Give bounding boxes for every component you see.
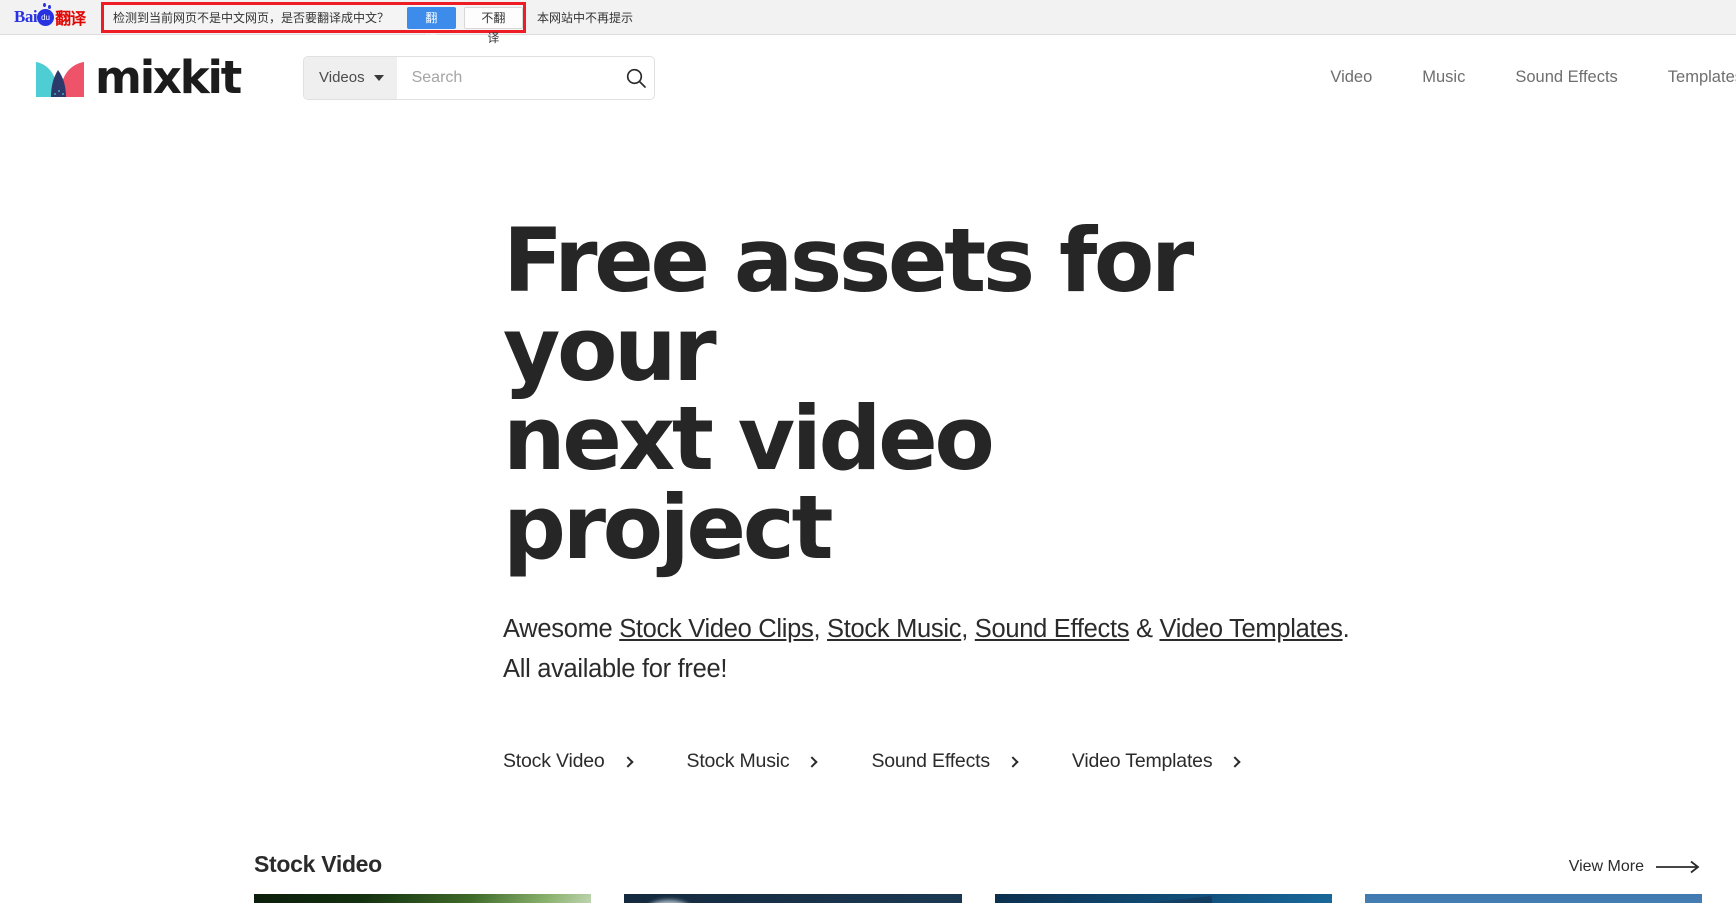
hero-subtitle: Awesome Stock Video Clips, Stock Music, … — [503, 609, 1433, 689]
search-submit-button[interactable] — [619, 57, 654, 99]
baidu-paw-icon: du — [37, 2, 55, 26]
nav-item-music[interactable]: Music — [1422, 68, 1465, 87]
chevron-down-icon — [373, 74, 384, 81]
never-prompt-on-site-link[interactable]: 本网站中不再提示 — [537, 9, 633, 26]
hero-link-stock-video-label: Stock Video — [503, 750, 605, 772]
video-thumbnail-circuit-board[interactable]: blue-lit computer circuit board macro — [994, 894, 1332, 903]
baidu-logo-bai: Bai — [14, 7, 38, 26]
baidu-logo-du: du — [41, 12, 50, 22]
view-more-label: View More — [1568, 858, 1644, 875]
baidu-logo-fanyi: 翻译 — [55, 9, 86, 28]
hero-link-stock-music[interactable]: Stock Music — [686, 750, 819, 773]
main-navigation: Video Music Sound Effects Templates — [1280, 35, 1736, 120]
hero-subtitle-sep-1: , — [813, 615, 828, 643]
chevron-right-icon — [621, 755, 634, 768]
chevron-right-icon — [1229, 755, 1242, 768]
mixkit-logo-icon — [34, 58, 86, 98]
hero-link-sound-effects[interactable]: Sound Effects — [871, 750, 1019, 773]
view-more-link[interactable]: View More — [1569, 858, 1702, 878]
translate-prompt-panel: 检测到当前网页不是中文网页，是否要翻译成中文？ 翻译 不翻译 — [101, 2, 526, 47]
nav-item-templates-label: Templates — [1667, 68, 1736, 86]
search-scope-dropdown[interactable]: Videos — [304, 56, 397, 99]
search-bar: Videos — [303, 55, 656, 100]
hero-subtitle-suffix: . — [1342, 615, 1350, 643]
video-thumbnail-beach-woman[interactable]: smiling woman on beach with dark cliffs … — [1364, 894, 1702, 903]
hero-subtitle-prefix: Awesome — [503, 615, 620, 643]
hero-link-stock-music-label: Stock Music — [686, 750, 790, 772]
baidu-translate-bar: Bai du 翻译 检测到当前网页不是中文网页，是否要翻译成中文？ 翻译 不翻译… — [0, 0, 1736, 47]
hero-subtitle-sep-2: , — [961, 615, 975, 643]
hero-category-links: Stock Video Stock Music Sound Effects Vi… — [503, 750, 1736, 773]
hero-title-line-2: next video project — [503, 387, 995, 579]
search-scope-label: Videos — [319, 69, 365, 86]
mixkit-logo-link[interactable]: mixkit — [34, 51, 242, 104]
search-input[interactable] — [396, 56, 619, 99]
baidu-logo: Bai du 翻译 — [14, 0, 100, 35]
hero-link-video-templates-label: Video Templates — [1071, 750, 1213, 772]
hero-subtitle-line-2: All available for free! — [503, 655, 728, 683]
nav-item-sound-effects[interactable]: Sound Effects — [1515, 68, 1617, 87]
nav-item-video[interactable]: Video — [1330, 68, 1372, 87]
hero-title-line-1: Free assets for your — [503, 209, 1194, 401]
link-sound-effects[interactable]: Sound Effects — [975, 615, 1130, 643]
video-thumbnail-leaves[interactable]: green leaves with water droplets close-u… — [254, 894, 592, 903]
do-not-translate-button[interactable]: 不翻译 — [463, 6, 523, 45]
hero-subtitle-sep-3: & — [1129, 615, 1160, 643]
chevron-right-icon — [1007, 755, 1019, 768]
hero-section: Free assets for your next video project … — [0, 120, 1736, 773]
site-header: mixkit Videos Video Music Sound Effects … — [0, 35, 1736, 120]
stock-video-section: Stock Video View More green leaves with … — [0, 851, 1736, 903]
hero-link-stock-video[interactable]: Stock Video — [503, 750, 634, 773]
search-icon — [627, 68, 647, 88]
hero-link-sound-effects-label: Sound Effects — [871, 750, 990, 772]
link-video-templates[interactable]: Video Templates — [1159, 615, 1342, 643]
section-title: Stock Video — [254, 851, 382, 877]
hero-link-video-templates[interactable]: Video Templates — [1071, 750, 1242, 773]
link-stock-music[interactable]: Stock Music — [827, 615, 961, 643]
thumbnail-grid: green leaves with water droplets close-u… — [254, 894, 1702, 903]
translate-button[interactable]: 翻译 — [407, 6, 456, 47]
video-thumbnail-coastline[interactable]: aerial view of rocky coastline with dark… — [624, 894, 962, 903]
mixkit-logo-svg — [36, 61, 84, 97]
page-title: Free assets for your next video project — [503, 216, 1333, 572]
nav-item-templates[interactable]: Templates — [1668, 68, 1736, 87]
section-header: Stock Video View More — [254, 851, 1702, 894]
mixkit-wordmark: mixkit — [95, 51, 242, 104]
chevron-right-icon — [806, 755, 819, 768]
link-stock-video-clips[interactable]: Stock Video Clips — [619, 615, 814, 643]
translate-prompt-message: 检测到当前网页不是中文网页，是否要翻译成中文？ — [113, 11, 390, 25]
arrow-right-icon — [1656, 860, 1700, 874]
